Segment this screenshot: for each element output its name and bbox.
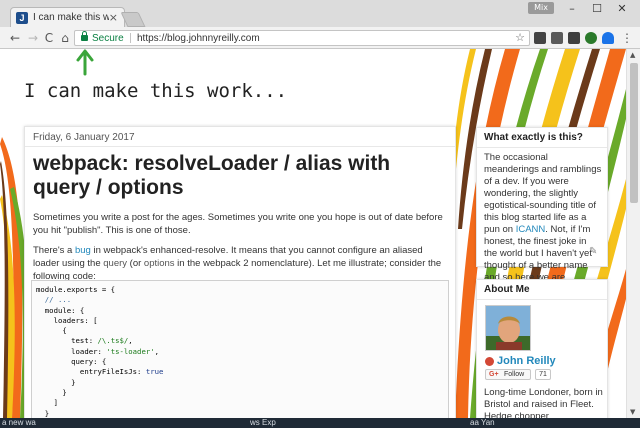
scrollbar-thumb[interactable] — [630, 63, 638, 203]
post-title[interactable]: webpack: resolveLoader / alias with quer… — [33, 152, 453, 200]
post-intro-paragraph: Sometimes you write a post for the ages.… — [33, 212, 443, 236]
about-blog-heading: What exactly is this? — [484, 132, 583, 143]
address-separator — [130, 33, 131, 43]
extension-5-icon[interactable] — [602, 32, 614, 44]
author-avatar[interactable] — [485, 305, 531, 351]
browser-titlebar: J I can make this work... × Mix – ☐ ✕ — [0, 0, 640, 27]
code-line: } — [36, 408, 50, 418]
extension-3-icon[interactable] — [568, 32, 580, 44]
code-line: test: — [36, 336, 98, 346]
code-line: module.exports = { — [36, 285, 116, 294]
page-scrollbar[interactable]: ▲ ▼ — [626, 49, 640, 418]
icann-link[interactable]: ICANN — [516, 224, 546, 235]
code-line: } — [36, 387, 67, 397]
about-me-text: Long-time Londoner, born in Bristol and … — [484, 387, 603, 418]
tab-favicon-icon: J — [16, 12, 28, 24]
code-line: } — [36, 377, 76, 387]
about-text-a: The occasional meanderings and ramblings… — [484, 152, 602, 235]
widget-divider — [477, 299, 607, 300]
window-close-button[interactable]: ✕ — [610, 1, 634, 17]
extension-4-icon[interactable] — [585, 32, 597, 44]
widget-divider — [477, 147, 607, 148]
code-line: entryFileIsJs: — [36, 367, 146, 377]
code-line: ] — [36, 398, 58, 408]
google-plus-logo-icon: G+ — [489, 371, 499, 378]
scroll-down-icon[interactable]: ▼ — [630, 408, 635, 416]
code-keyword: true — [145, 367, 164, 377]
bookmark-star-icon[interactable]: ☆ — [515, 31, 525, 45]
about-blog-widget: What exactly is this? The occasional mea… — [476, 127, 608, 283]
secure-label[interactable]: Secure — [92, 32, 124, 45]
post-p2-text-c: (or — [127, 258, 144, 269]
taskbar-item[interactable]: aa Yan — [470, 417, 495, 428]
author-name-link[interactable]: John Reilly — [497, 355, 556, 367]
browser-toolbar: ← → C ⌂ Secure https://blog.johnnyreilly… — [0, 27, 640, 49]
reload-icon[interactable]: C — [42, 30, 56, 46]
extension-1-icon[interactable] — [534, 32, 546, 44]
extension-2-icon[interactable] — [551, 32, 563, 44]
scroll-up-icon[interactable]: ▲ — [630, 51, 635, 59]
code-line: loaders: [ — [36, 315, 98, 325]
post-date: Friday, 6 January 2017 — [33, 132, 135, 143]
code-regex: /\.ts$/ — [97, 336, 129, 346]
code-block[interactable]: module.exports = { // ... module: { load… — [31, 280, 449, 418]
taskbar-item[interactable]: ws Exp — [250, 417, 276, 428]
code-line: { — [36, 326, 67, 336]
post-date-divider — [25, 146, 455, 147]
about-me-widget: About Me John Reilly G+ Follow 71 Long-t… — [476, 279, 608, 418]
code-punct: , — [154, 346, 160, 356]
back-arrow-icon[interactable]: ← — [8, 30, 22, 46]
post-p2-text-a: There's a — [33, 245, 75, 256]
lock-icon — [81, 31, 88, 41]
code-line: module: { — [36, 305, 85, 315]
follow-label: Follow — [504, 371, 525, 378]
about-blog-text: The occasional meanderings and ramblings… — [484, 152, 602, 284]
follow-button[interactable]: G+ Follow — [485, 369, 531, 380]
address-bar[interactable]: Secure https://blog.johnnyreilly.com ☆ — [74, 30, 530, 46]
google-plus-icon — [485, 357, 494, 366]
post-second-paragraph: There's a bug in webpack's enhanced-reso… — [33, 244, 451, 283]
follower-count: 71 — [535, 369, 551, 380]
query-inline-code: query — [103, 258, 128, 269]
forward-arrow-icon[interactable]: → — [26, 30, 40, 46]
url-text[interactable]: https://blog.johnnyreilly.com — [137, 32, 260, 45]
taskbar-item[interactable]: a new wa — [2, 417, 36, 428]
avatar-photo-icon — [486, 306, 530, 350]
os-taskbar: a new wa ws Exp aa Yan — [0, 418, 640, 428]
browser-menu-icon[interactable]: ⋮ — [621, 30, 633, 46]
code-string: 'ts-loader' — [106, 346, 155, 356]
browser-tab[interactable]: J I can make this work... × — [10, 7, 125, 27]
code-punct: , — [128, 336, 133, 346]
options-inline-code: options — [143, 258, 175, 269]
bug-link[interactable]: bug — [75, 245, 91, 256]
page-viewport: I can make this work... Friday, 6 Januar… — [0, 49, 626, 418]
home-icon[interactable]: ⌂ — [58, 30, 72, 46]
tab-title: I can make this work... — [33, 12, 109, 23]
window-minimize-button[interactable]: – — [560, 1, 584, 17]
code-line: query: { — [36, 357, 107, 367]
annotation-arrow-icon — [76, 49, 94, 76]
code-line: loader: — [36, 346, 107, 356]
profile-badge[interactable]: Mix — [528, 2, 554, 14]
blog-post: Friday, 6 January 2017 webpack: resolveL… — [24, 126, 456, 418]
code-line: // ... — [36, 295, 72, 305]
about-me-heading: About Me — [484, 284, 530, 295]
tab-close-icon[interactable]: × — [109, 11, 118, 25]
edit-pencil-icon[interactable]: ✎ — [589, 246, 597, 257]
window-maximize-button[interactable]: ☐ — [585, 1, 609, 17]
